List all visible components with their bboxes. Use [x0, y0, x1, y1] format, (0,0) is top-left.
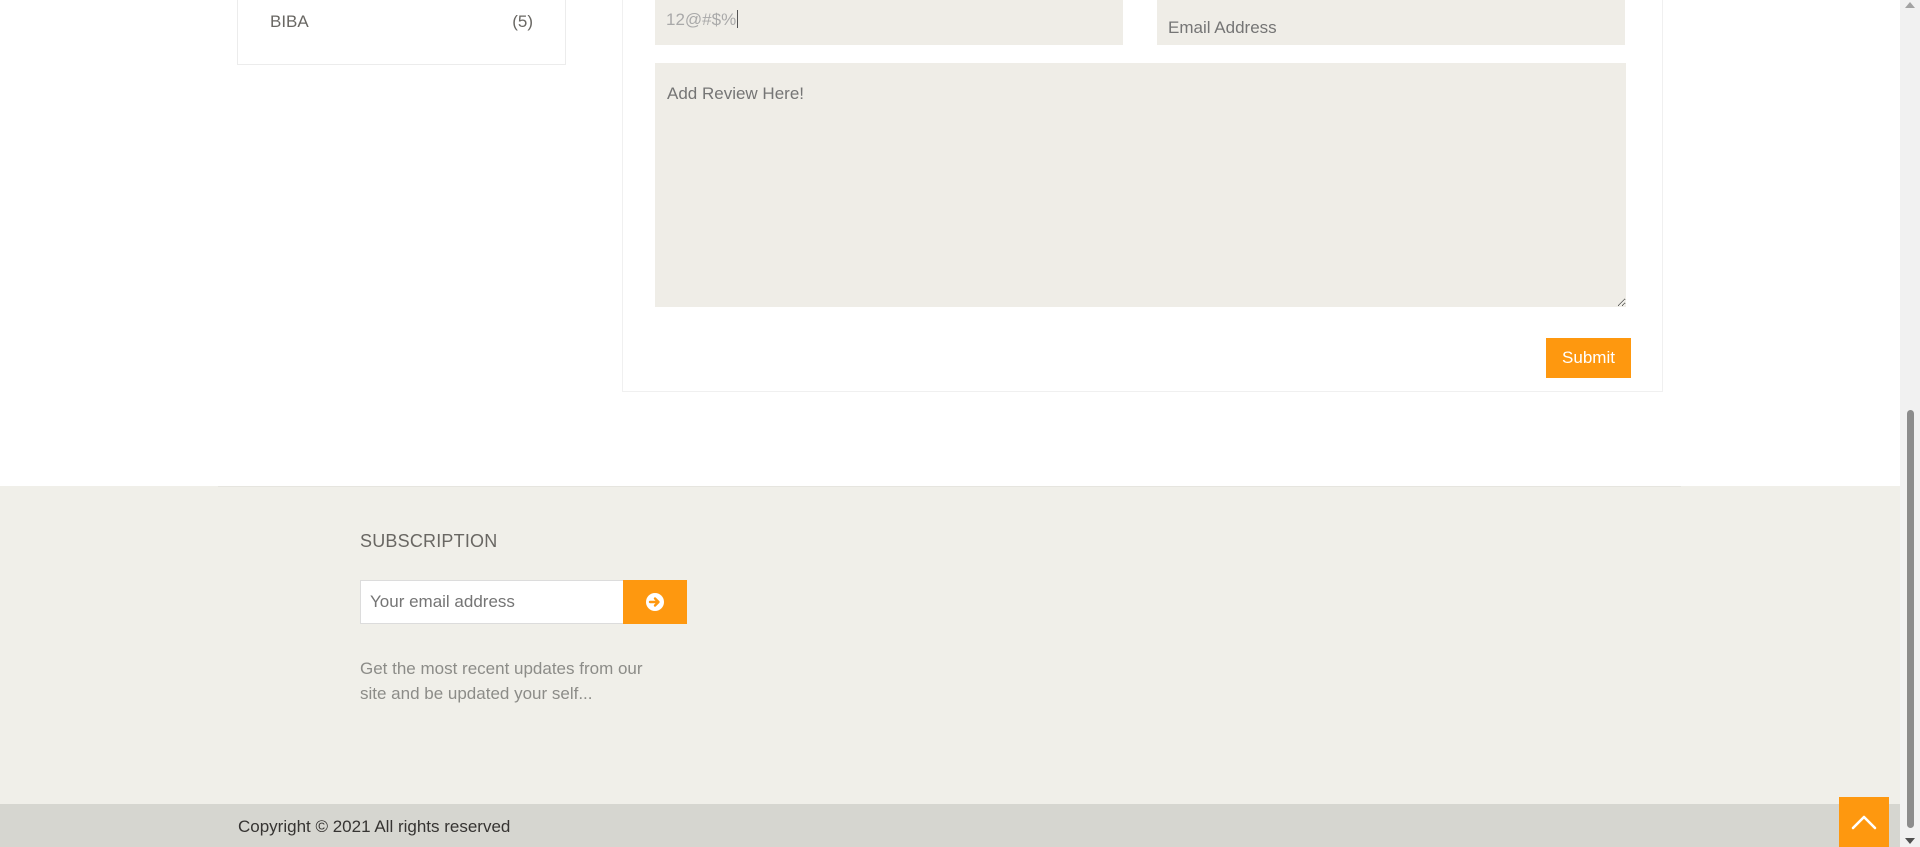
email-field[interactable]: [1157, 0, 1625, 45]
subscribe-button[interactable]: [623, 580, 687, 624]
chevron-up-icon: [1851, 815, 1877, 830]
name-field-value: 12@#$%: [666, 10, 737, 29]
divider: [218, 486, 1681, 487]
brand-count: (5): [512, 12, 533, 31]
subscription-title: SUBSCRIPTION: [360, 531, 498, 551]
text-caret: [737, 10, 739, 28]
submit-button[interactable]: Submit: [1546, 338, 1631, 378]
page-scrollbar[interactable]: [1900, 0, 1920, 847]
review-textarea[interactable]: [655, 63, 1626, 307]
footer-bottom: Copyright © 2021 All rights reserved: [0, 804, 1900, 847]
scroll-down-arrow-icon[interactable]: [1905, 838, 1915, 844]
scrollbar-thumb[interactable]: [1907, 410, 1914, 828]
brand-name: BIBA: [270, 12, 309, 31]
brands-widget: BIBA (5): [237, 0, 566, 65]
subscription-email-input[interactable]: [360, 580, 624, 624]
subscription-description: Get the most recent updates from our sit…: [360, 659, 643, 703]
brand-item-biba[interactable]: BIBA (5): [270, 12, 533, 32]
scroll-to-top-button[interactable]: [1839, 797, 1889, 847]
copyright-text: Copyright © 2021 All rights reserved: [238, 817, 511, 836]
footer-widget: SUBSCRIPTION Get the most recent updates…: [0, 486, 1900, 804]
page: BIBA (5) 12@#$% Submit SUBSCRIPTION Get …: [0, 0, 1900, 847]
name-field[interactable]: 12@#$%: [655, 0, 1123, 45]
arrow-circle-right-icon: [646, 593, 664, 611]
scroll-up-arrow-icon[interactable]: [1905, 2, 1915, 8]
